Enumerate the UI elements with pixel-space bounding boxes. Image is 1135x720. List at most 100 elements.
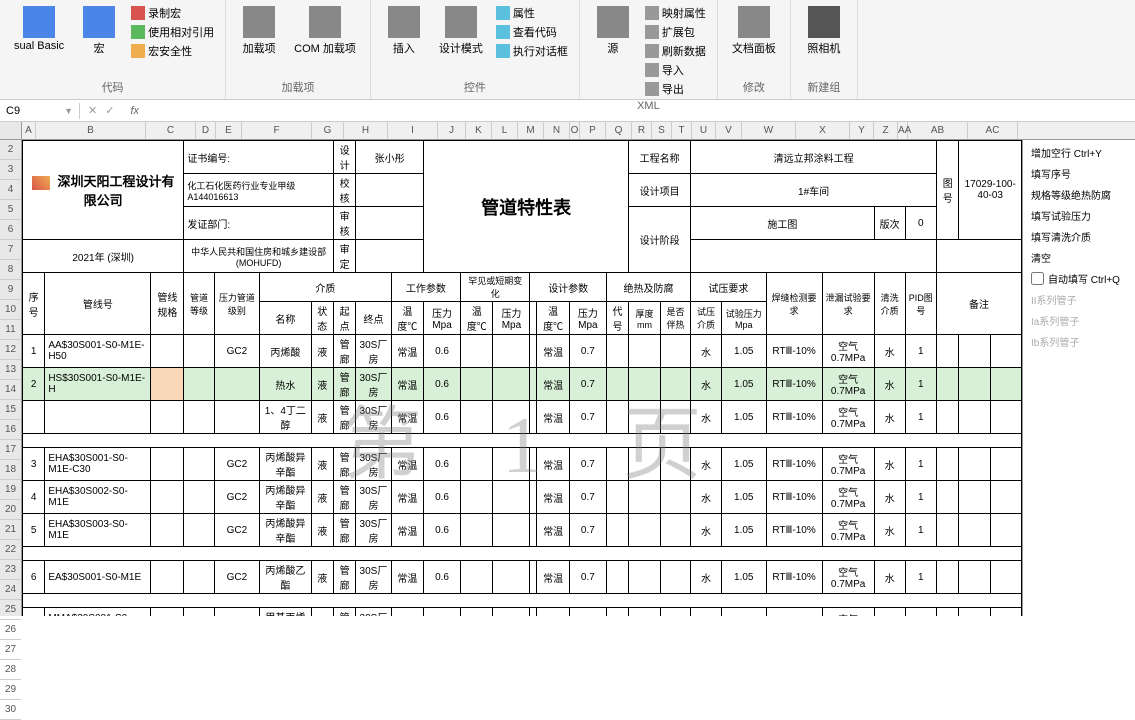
table-cell[interactable]: 1、4丁二醇 (260, 401, 312, 434)
table-cell[interactable]: EHA$30S002-S0-M1E (45, 481, 151, 514)
table-cell[interactable] (990, 335, 1021, 368)
row-header[interactable]: 11 (0, 320, 21, 340)
row-header[interactable]: 12 (0, 340, 21, 360)
row-header[interactable]: 28 (0, 660, 21, 680)
table-cell[interactable] (493, 561, 530, 594)
table-cell[interactable]: 0.6 (423, 448, 460, 481)
table-cell[interactable]: EA$30S001-S0-M1E (45, 561, 151, 594)
table-cell[interactable]: 液 (311, 608, 333, 617)
table-cell[interactable]: 水 (874, 335, 905, 368)
table-cell[interactable] (606, 368, 628, 401)
column-header[interactable]: K (466, 122, 492, 139)
ribbon-button-small[interactable]: 使用相对引用 (128, 23, 217, 41)
table-cell[interactable]: 常温 (391, 481, 423, 514)
row-header[interactable]: 21 (0, 520, 21, 540)
table-cell[interactable] (151, 448, 184, 481)
table-cell[interactable]: 丙烯酸异辛酯 (260, 481, 312, 514)
column-header[interactable]: Z (874, 122, 898, 139)
ribbon-button[interactable]: 宏 (74, 4, 124, 58)
table-cell[interactable] (959, 561, 990, 594)
table-cell[interactable] (629, 608, 661, 617)
table-cell[interactable]: 水 (691, 401, 722, 434)
column-header[interactable]: L (492, 122, 518, 139)
column-header[interactable]: I (388, 122, 438, 139)
table-cell[interactable] (493, 448, 530, 481)
table-cell[interactable]: 管廊 (333, 448, 355, 481)
table-cell[interactable] (23, 401, 45, 434)
row-header[interactable]: 17 (0, 440, 21, 460)
side-menu-item[interactable]: 增加空行 Ctrl+Y (1025, 142, 1130, 163)
table-cell[interactable]: 液 (311, 561, 333, 594)
table-cell[interactable]: 空气0.7MPa (822, 561, 874, 594)
table-cell[interactable]: 1.05 (721, 368, 766, 401)
table-cell[interactable]: 0.6 (423, 401, 460, 434)
table-cell[interactable] (461, 448, 493, 481)
column-header[interactable]: S (652, 122, 672, 139)
table-cell[interactable]: 1.05 (721, 335, 766, 368)
table-cell[interactable] (530, 335, 537, 368)
table-cell[interactable]: 空气0.7MPa (822, 335, 874, 368)
auto-fill-checkbox[interactable]: 自动填写 Ctrl+Q (1025, 268, 1130, 289)
column-header[interactable]: G (312, 122, 344, 139)
table-cell[interactable]: RTⅢ-10% (766, 448, 822, 481)
table-cell[interactable]: 热水 (260, 368, 312, 401)
column-header[interactable]: T (672, 122, 692, 139)
table-cell[interactable] (660, 608, 690, 617)
table-cell[interactable]: 空气0.7MPa (822, 608, 874, 617)
table-cell[interactable]: 常温 (537, 401, 569, 434)
table-cell[interactable]: 液 (311, 335, 333, 368)
table-cell[interactable]: 水 (874, 608, 905, 617)
table-row[interactable] (23, 434, 1022, 448)
table-cell[interactable]: 常温 (391, 368, 423, 401)
table-cell[interactable]: 1 (905, 514, 937, 547)
row-header[interactable]: 18 (0, 460, 21, 480)
table-cell[interactable] (937, 335, 959, 368)
table-cell[interactable]: 0.6 (423, 561, 460, 594)
table-cell[interactable] (461, 335, 493, 368)
table-cell[interactable] (184, 561, 214, 594)
table-cell[interactable]: 常温 (391, 401, 423, 434)
table-cell[interactable] (629, 561, 661, 594)
table-cell[interactable] (493, 608, 530, 617)
table-cell[interactable]: 丙烯酸乙酯 (260, 561, 312, 594)
side-menu-item[interactable]: 规格等级绝热防腐 (1025, 184, 1130, 205)
table-cell[interactable] (461, 561, 493, 594)
table-cell[interactable]: 1.05 (721, 514, 766, 547)
table-cell[interactable] (184, 368, 214, 401)
row-header[interactable]: 2 (0, 140, 21, 160)
table-cell[interactable]: 7 (23, 608, 45, 617)
table-cell[interactable]: 丙烯酸异辛酯 (260, 448, 312, 481)
table-cell[interactable] (660, 335, 690, 368)
table-cell[interactable]: 30S厂房 (356, 335, 391, 368)
table-cell[interactable]: 30S厂房 (356, 448, 391, 481)
row-header[interactable]: 16 (0, 420, 21, 440)
table-cell[interactable] (214, 368, 259, 401)
fx-label[interactable]: fx (122, 105, 139, 117)
column-header[interactable]: O (570, 122, 580, 139)
table-cell[interactable]: 30S厂房 (356, 514, 391, 547)
table-cell[interactable]: 常温 (537, 481, 569, 514)
table-cell[interactable]: 水 (691, 368, 722, 401)
table-cell[interactable] (606, 401, 628, 434)
table-cell[interactable]: 常温 (537, 335, 569, 368)
table-cell[interactable]: 30S厂房 (356, 368, 391, 401)
table-cell[interactable] (629, 368, 661, 401)
ribbon-button-small[interactable]: 宏安全性 (128, 42, 217, 60)
table-cell[interactable] (493, 368, 530, 401)
column-header[interactable]: V (716, 122, 742, 139)
table-cell[interactable]: 0.7 (569, 448, 606, 481)
table-cell[interactable] (461, 368, 493, 401)
side-menu-item[interactable]: 填写试验压力 (1025, 205, 1130, 226)
table-cell[interactable]: 0.6 (423, 335, 460, 368)
table-cell[interactable]: 空气0.7MPa (822, 481, 874, 514)
table-row[interactable]: 1AA$30S001-S0-M1E-H50GC2丙烯酸液管廊30S厂房常温0.6… (23, 335, 1022, 368)
table-cell[interactable] (530, 401, 537, 434)
table-cell[interactable]: 水 (874, 448, 905, 481)
table-row[interactable]: 4EHA$30S002-S0-M1EGC2丙烯酸异辛酯液管廊30S厂房常温0.6… (23, 481, 1022, 514)
table-cell[interactable]: 空气0.7MPa (822, 448, 874, 481)
table-cell[interactable]: 0.7 (569, 514, 606, 547)
table-cell[interactable] (606, 448, 628, 481)
table-cell[interactable] (629, 401, 661, 434)
table-cell[interactable]: 1 (905, 448, 937, 481)
column-header[interactable]: AA (898, 122, 908, 139)
